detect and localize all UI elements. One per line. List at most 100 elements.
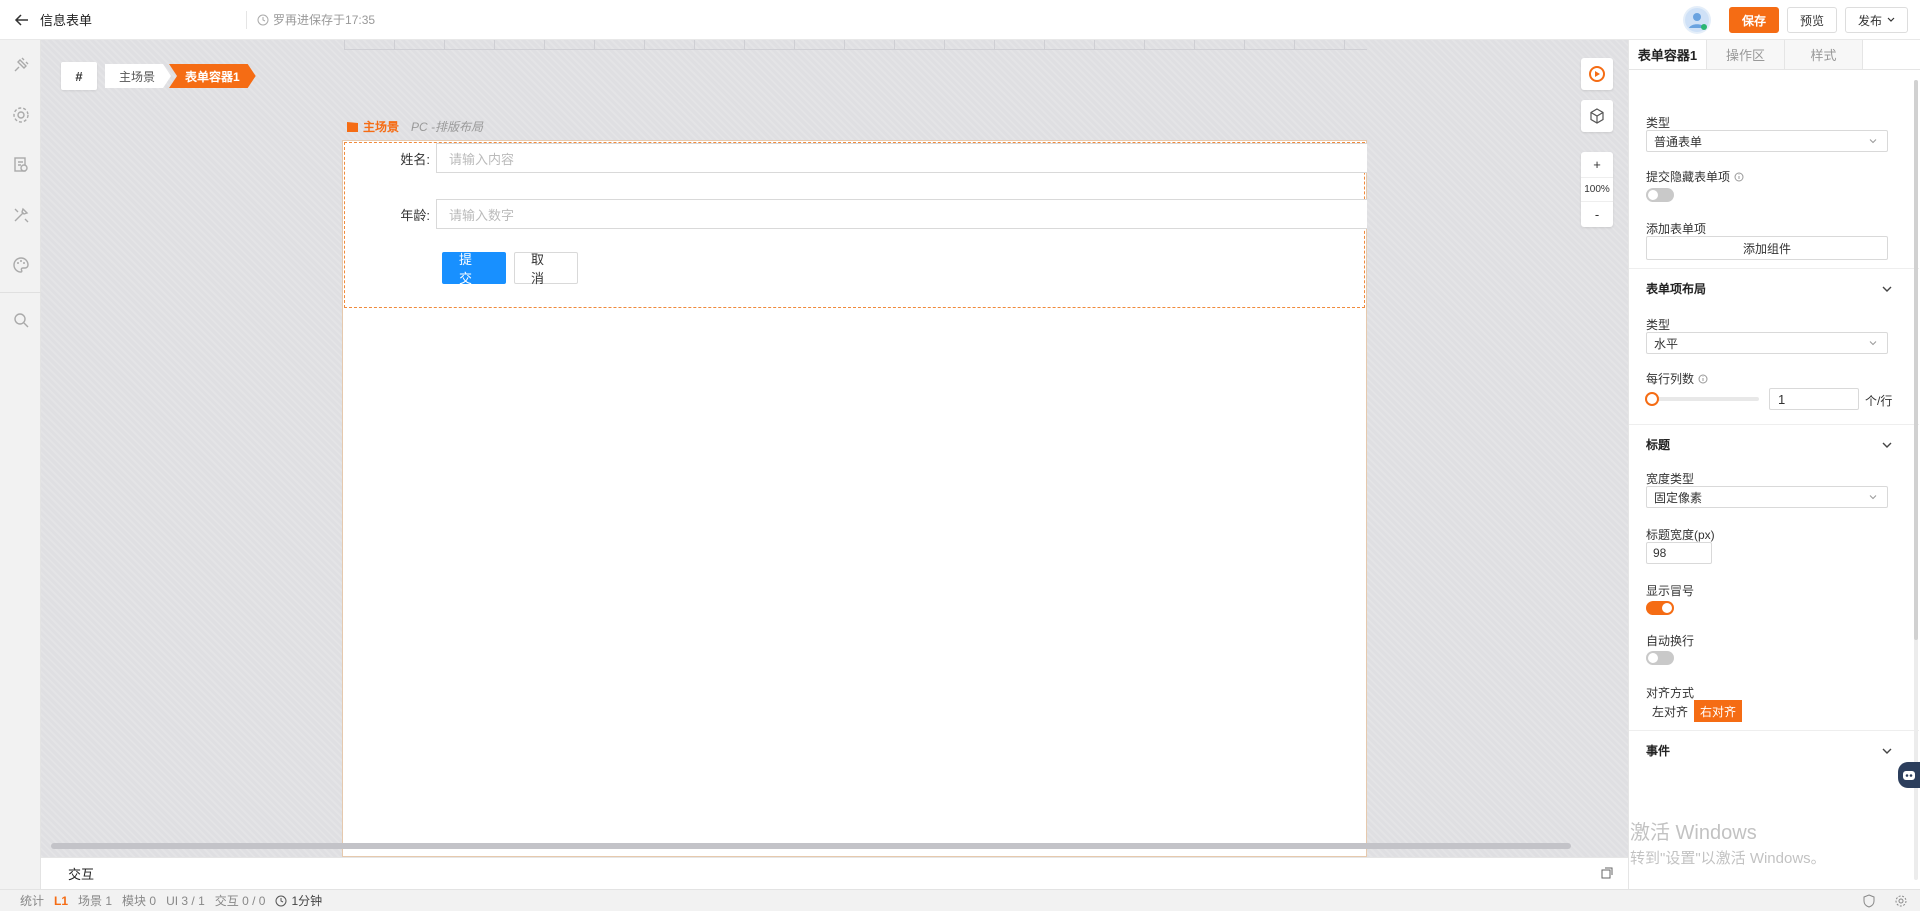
status-bar: 统计 L1 场景 1 模块 0 UI 3 / 1 交互 0 / 0 1分钟 <box>0 889 1920 911</box>
publish-label: 发布 <box>1857 13 1882 28</box>
expand-icon[interactable] <box>1600 866 1614 883</box>
scene-count: 场景 1 <box>78 894 113 908</box>
align-label: 对齐方式 <box>1646 686 1695 700</box>
save-button[interactable]: 保存 <box>1728 7 1779 33</box>
form-row-name: 姓名: 请输入内容 <box>345 143 1367 173</box>
hidden-submit-toggle[interactable] <box>1646 188 1674 202</box>
info-icon[interactable] <box>1698 374 1708 384</box>
submit-button[interactable]: 提 交 <box>442 252 506 286</box>
chevron-down-icon <box>1869 341 1877 346</box>
chevron-down-icon <box>1887 17 1895 22</box>
chevron-down-icon <box>1869 139 1877 144</box>
clock-icon <box>275 895 287 906</box>
rail-resources[interactable] <box>0 140 41 190</box>
rail-tools[interactable] <box>0 190 41 240</box>
app-title: 信息表单 <box>40 13 93 28</box>
tab-actions[interactable]: 操作区 <box>1707 40 1785 69</box>
module-count: 模块 0 <box>122 894 157 908</box>
columns-input[interactable]: 1 <box>1769 388 1859 410</box>
layout-type-select[interactable]: 水平 <box>1646 332 1888 354</box>
chevron-down-icon <box>1882 442 1892 448</box>
gear-icon[interactable] <box>1894 894 1908 908</box>
breadcrumb-item-form-container[interactable]: 表单容器1 <box>169 64 256 88</box>
panel-scrollbar[interactable] <box>1914 80 1918 880</box>
play-interaction-button[interactable] <box>1581 58 1613 90</box>
cancel-button[interactable]: 取 消 <box>514 252 578 286</box>
gear-icon <box>12 107 29 123</box>
plug-icon <box>14 57 28 72</box>
panel-tabs: 表单容器1 操作区 样式 <box>1629 40 1920 70</box>
user-avatar[interactable] <box>1682 6 1711 34</box>
zoom-out-button[interactable]: - <box>1581 202 1613 227</box>
time-spent: 1分钟 <box>275 892 322 909</box>
type-label: 类型 <box>1646 116 1671 130</box>
form-container[interactable]: 姓名: 请输入内容 年龄: 请输入数字 提 交 取 消 <box>344 142 1367 308</box>
interaction-count: 交互 0 / 0 <box>214 894 266 908</box>
palette-icon <box>12 257 29 273</box>
rail-theme[interactable] <box>0 240 41 290</box>
preview-button[interactable]: 预览 <box>1786 7 1837 33</box>
slider-handle[interactable] <box>1645 392 1659 406</box>
age-label: 年龄: <box>400 207 430 223</box>
interaction-bar: 交互 <box>41 857 1628 889</box>
tab-style[interactable]: 样式 <box>1785 40 1863 69</box>
design-canvas[interactable]: # 主场景 表单容器1 主场景 PC -排版布局 姓名: 请输入内容 年龄: 请… <box>41 40 1628 857</box>
align-left-option[interactable]: 左对齐 <box>1646 700 1695 722</box>
rail-search[interactable] <box>0 295 41 345</box>
canvas-tools: + 100% - <box>1581 58 1613 227</box>
chevron-down-icon <box>1869 495 1877 500</box>
rail-divider <box>0 292 41 293</box>
layout-type-value: 水平 <box>1654 336 1679 351</box>
layout-section-header[interactable]: 表单项布局 <box>1629 268 1919 308</box>
events-section-header[interactable]: 事件 <box>1629 730 1919 770</box>
scene-subtitle: PC -排版布局 <box>411 120 484 134</box>
add-component-button[interactable]: 添加组件 <box>1646 236 1888 260</box>
page-artboard[interactable]: 姓名: 请输入内容 年龄: 请输入数字 提 交 取 消 <box>342 140 1367 857</box>
3d-view-button[interactable] <box>1581 100 1613 132</box>
shield-icon[interactable] <box>1862 894 1876 908</box>
info-icon[interactable] <box>1734 172 1744 182</box>
hash-button[interactable]: # <box>61 62 97 90</box>
clapperboard-icon <box>347 121 358 132</box>
align-segmented: 左对齐 右对齐 <box>1646 700 1743 722</box>
auto-wrap-toggle[interactable] <box>1646 651 1674 665</box>
rail-plugin[interactable] <box>0 40 41 90</box>
add-item-label: 添加表单项 <box>1646 222 1707 236</box>
width-type-select[interactable]: 固定像素 <box>1646 486 1888 508</box>
left-rail <box>0 40 41 890</box>
assistant-robot-icon[interactable] <box>1898 762 1920 788</box>
save-status-text: 罗再进保存于17:35 <box>273 13 376 27</box>
name-input[interactable]: 请输入内容 <box>436 143 1367 173</box>
tab-form-container[interactable]: 表单容器1 <box>1629 40 1707 69</box>
title-width-input[interactable]: 98 <box>1646 542 1712 564</box>
hidden-submit-label: 提交隐藏表单项 <box>1646 168 1744 185</box>
type-select[interactable]: 普通表单 <box>1646 130 1888 152</box>
layout-section-title: 表单项布局 <box>1646 282 1707 296</box>
scene-name: 主场景 <box>363 120 400 134</box>
save-status: 罗再进保存于17:35 <box>257 11 375 28</box>
panel-scrollbar-thumb[interactable] <box>1914 80 1918 640</box>
tools-icon <box>14 207 28 223</box>
age-input[interactable]: 请输入数字 <box>436 199 1367 229</box>
form-row-age: 年龄: 请输入数字 <box>345 199 1367 229</box>
cube-icon <box>1590 108 1604 124</box>
zoom-control: + 100% - <box>1581 152 1613 227</box>
show-colon-toggle[interactable] <box>1646 601 1674 615</box>
align-right-option[interactable]: 右对齐 <box>1694 700 1743 722</box>
type-select-value: 普通表单 <box>1654 134 1703 149</box>
clock-icon <box>257 14 269 25</box>
horizontal-scrollbar[interactable] <box>51 843 1571 849</box>
width-type-label: 宽度类型 <box>1646 472 1695 486</box>
columns-slider[interactable] <box>1645 392 1759 406</box>
zoom-in-button[interactable]: + <box>1581 152 1613 177</box>
ui-count: UI 3 / 1 <box>166 893 205 908</box>
title-section-header[interactable]: 标题 <box>1629 424 1919 464</box>
scene-label: 主场景 PC -排版布局 <box>346 118 483 135</box>
back-arrow-icon[interactable] <box>12 10 32 30</box>
events-section-title: 事件 <box>1646 744 1671 758</box>
publish-button[interactable]: 发布 <box>1844 7 1908 33</box>
divider <box>246 10 248 29</box>
rail-settings[interactable] <box>0 90 41 140</box>
breadcrumb-item-main-scene[interactable]: 主场景 <box>105 64 171 88</box>
auto-wrap-label: 自动换行 <box>1646 634 1695 648</box>
